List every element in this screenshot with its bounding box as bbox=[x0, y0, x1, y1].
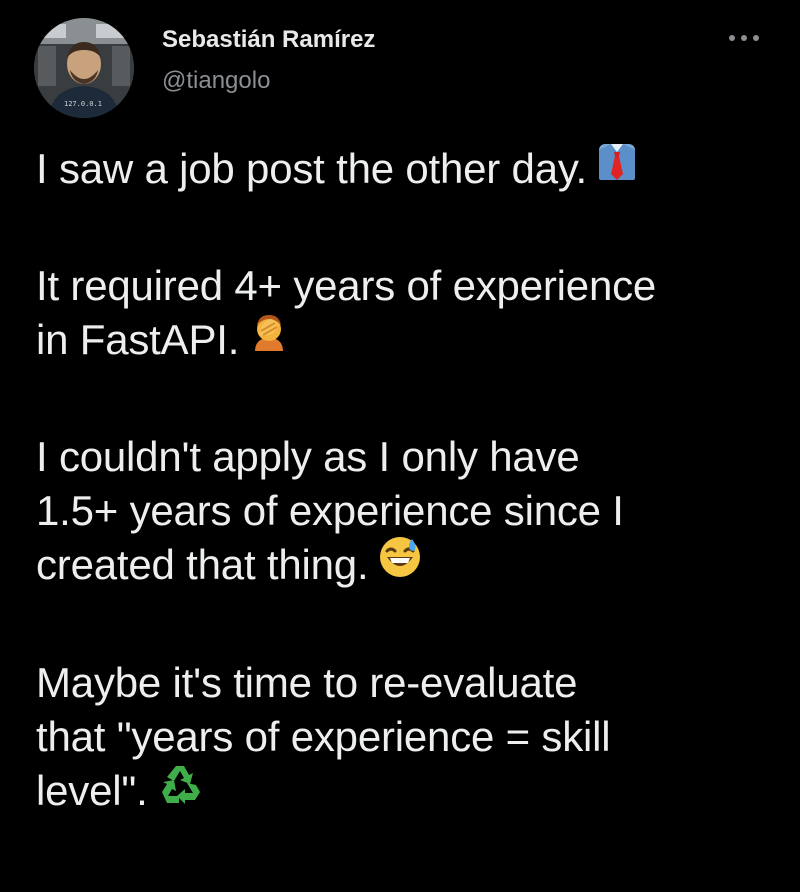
tweet-card: 127.0.0.1 Sebastián Ramírez @tiangolo I … bbox=[0, 0, 800, 892]
tweet-line: that "years of experience = skill bbox=[36, 713, 611, 761]
author-name[interactable]: Sebastián Ramírez bbox=[162, 26, 375, 54]
tweet-line: in FastAPI. bbox=[36, 313, 776, 370]
svg-text:127.0.0.1: 127.0.0.1 bbox=[64, 100, 102, 108]
avatar[interactable]: 127.0.0.1 bbox=[34, 18, 134, 118]
tweet-line: I couldn't apply as I only have bbox=[36, 432, 580, 480]
tweet-line: Maybe it's time to re-evaluate bbox=[36, 659, 578, 707]
tweet-line-text: created that thing. bbox=[36, 540, 369, 588]
face-palm-emoji-icon bbox=[249, 312, 289, 366]
tweet-paragraph-3: I couldn't apply as I only have 1.5+ yea… bbox=[36, 430, 776, 596]
avatar-image: 127.0.0.1 bbox=[34, 18, 134, 118]
tweet-line: created that thing. bbox=[36, 535, 776, 596]
grinning-sweat-emoji-icon bbox=[378, 535, 422, 592]
tweet-text: I saw a job post the other day. It requi… bbox=[36, 142, 776, 883]
more-horizontal-icon[interactable] bbox=[726, 28, 762, 48]
recycling-symbol-emoji-icon bbox=[158, 762, 202, 819]
tweet-line: level". bbox=[36, 764, 776, 822]
tweet-line-text: in FastAPI. bbox=[36, 315, 240, 363]
tweet-line-text: level". bbox=[36, 767, 148, 815]
tweet-line-text: I saw a job post the other day. bbox=[36, 145, 588, 192]
author-handle[interactable]: @tiangolo bbox=[162, 67, 270, 95]
tweet-paragraph-1: I saw a job post the other day. bbox=[36, 142, 776, 199]
tweet-line: 1.5+ years of experience since I bbox=[36, 486, 624, 534]
tweet-paragraph-2: It required 4+ years of experience in Fa… bbox=[36, 259, 776, 370]
tweet-line: I saw a job post the other day. bbox=[36, 142, 776, 199]
tweet-paragraph-4: Maybe it's time to re-evaluate that "yea… bbox=[36, 656, 776, 822]
necktie-shirt-emoji-icon bbox=[597, 141, 637, 195]
tweet-line: It required 4+ years of experience bbox=[36, 261, 657, 309]
